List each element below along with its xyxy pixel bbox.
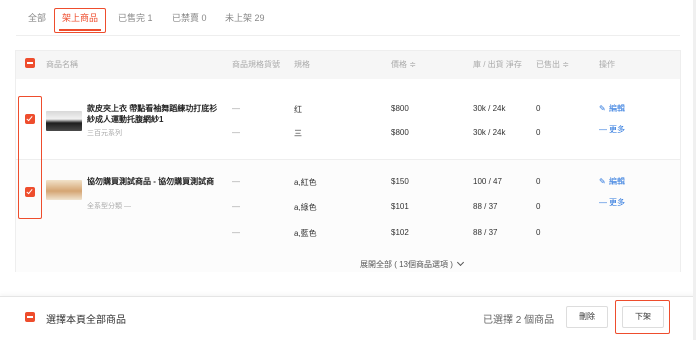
chevron-down-icon [457, 258, 465, 267]
more-label: 更多 [609, 198, 625, 207]
product-2-var-2-stock: 88 / 37 [473, 202, 498, 211]
product-1-var-1-sku: — [232, 104, 240, 113]
product-1-var-2-sku: — [232, 128, 240, 137]
col-header-variation: 規格 [294, 60, 310, 69]
product-1-var-1-stock: 30k / 24k [473, 104, 506, 113]
product-2-var-3-variation: a,藍色 [294, 229, 317, 238]
col-header-stock[interactable]: 庫 / 出貨 淨存 [473, 59, 522, 70]
tab-live[interactable]: 架上商品 [62, 11, 98, 25]
product-2-checkbox[interactable] [25, 187, 35, 197]
product-1-var-2-sold: 0 [536, 128, 541, 137]
product-1-var-1-price: $800 [391, 104, 409, 113]
col-header-actions: 操作 [599, 60, 615, 69]
product-2-var-2-sold: 0 [536, 202, 541, 211]
col-header-sold[interactable]: 已售出 ≑ [536, 59, 569, 70]
product-1-more-link[interactable]: — 更多 [599, 124, 625, 135]
tab-unlisted[interactable]: 未上架 29 [225, 11, 265, 25]
tab-all[interactable]: 全部 [28, 11, 46, 25]
more-icon: — [599, 198, 607, 207]
more-label: 更多 [609, 125, 625, 134]
product-1-checkbox[interactable] [25, 114, 35, 124]
product-1-thumbnail[interactable] [46, 111, 82, 131]
product-2-var-1-price: $150 [391, 177, 409, 186]
table-header [16, 51, 680, 79]
delist-button[interactable]: 下架 [622, 306, 664, 328]
product-1-var-1-sold: 0 [536, 104, 541, 113]
col-header-name: 商品名稱 [46, 60, 78, 69]
delete-button[interactable]: 刪除 [566, 306, 608, 328]
product-2-var-3-stock: 88 / 37 [473, 228, 498, 237]
edit-label: 編輯 [609, 104, 625, 113]
more-icon: — [599, 125, 607, 134]
col-header-price[interactable]: 價格 ≑ [391, 59, 416, 70]
product-2-var-1-sku: — [232, 177, 240, 186]
product-2-var-1-variation: a,紅色 [294, 178, 317, 187]
selected-count: 已選擇 2 個商品 [483, 315, 555, 326]
product-2-more-link[interactable]: — 更多 [599, 197, 625, 208]
col-header-sku: 商品規格貨號 [232, 60, 280, 69]
product-2-name[interactable]: 協勿購買測試商品 - 協勿購買測試商 [87, 176, 219, 187]
header-checkbox[interactable] [25, 58, 35, 68]
product-2-var-2-variation: a,綠色 [294, 203, 317, 212]
tabs-divider [16, 35, 680, 36]
select-all-label[interactable]: 選擇本頁全部商品 [46, 311, 126, 326]
expand-variations-link[interactable]: 展開全部 ( 13個商品選項 ) [360, 258, 465, 270]
product-1-name[interactable]: 款皮夾上衣 帶點看袖舞蹈練功打底衫紗成人運動托腹網紗1 [87, 103, 219, 125]
product-2-thumbnail[interactable] [46, 180, 82, 200]
product-1-category: 三百元系列 [87, 130, 122, 137]
product-2-var-3-price: $102 [391, 228, 409, 237]
product-2-category: 全系型分類 — [87, 203, 131, 210]
edit-icon: ✎ [599, 177, 606, 186]
product-2-var-2-sku: — [232, 202, 240, 211]
tab-sold-out[interactable]: 已售完 1 [118, 11, 153, 25]
active-tab-indicator [59, 29, 101, 31]
product-2-var-2-price: $101 [391, 202, 409, 211]
product-2-var-1-sold: 0 [536, 177, 541, 186]
product-2-edit-link[interactable]: ✎ 編輯 [599, 176, 625, 187]
product-1-var-2-variation: 三 [294, 129, 302, 138]
edit-icon: ✎ [599, 104, 606, 113]
product-2-var-1-stock: 100 / 47 [473, 177, 502, 186]
product-1-var-2-stock: 30k / 24k [473, 128, 506, 137]
status-tabs: 全部 架上商品 已售完 1 已禁賣 0 未上架 29 [0, 0, 696, 36]
product-2-var-3-sold: 0 [536, 228, 541, 237]
tab-banned[interactable]: 已禁賣 0 [172, 11, 207, 25]
expand-label: 展開全部 ( 13個商品選項 ) [360, 260, 453, 269]
product-1-var-2-price: $800 [391, 128, 409, 137]
product-2-var-3-sku: — [232, 228, 240, 237]
product-1-edit-link[interactable]: ✎ 編輯 [599, 103, 625, 114]
edit-label: 編輯 [609, 177, 625, 186]
product-1-var-1-variation: 红 [294, 105, 302, 114]
select-all-checkbox[interactable] [25, 312, 35, 322]
